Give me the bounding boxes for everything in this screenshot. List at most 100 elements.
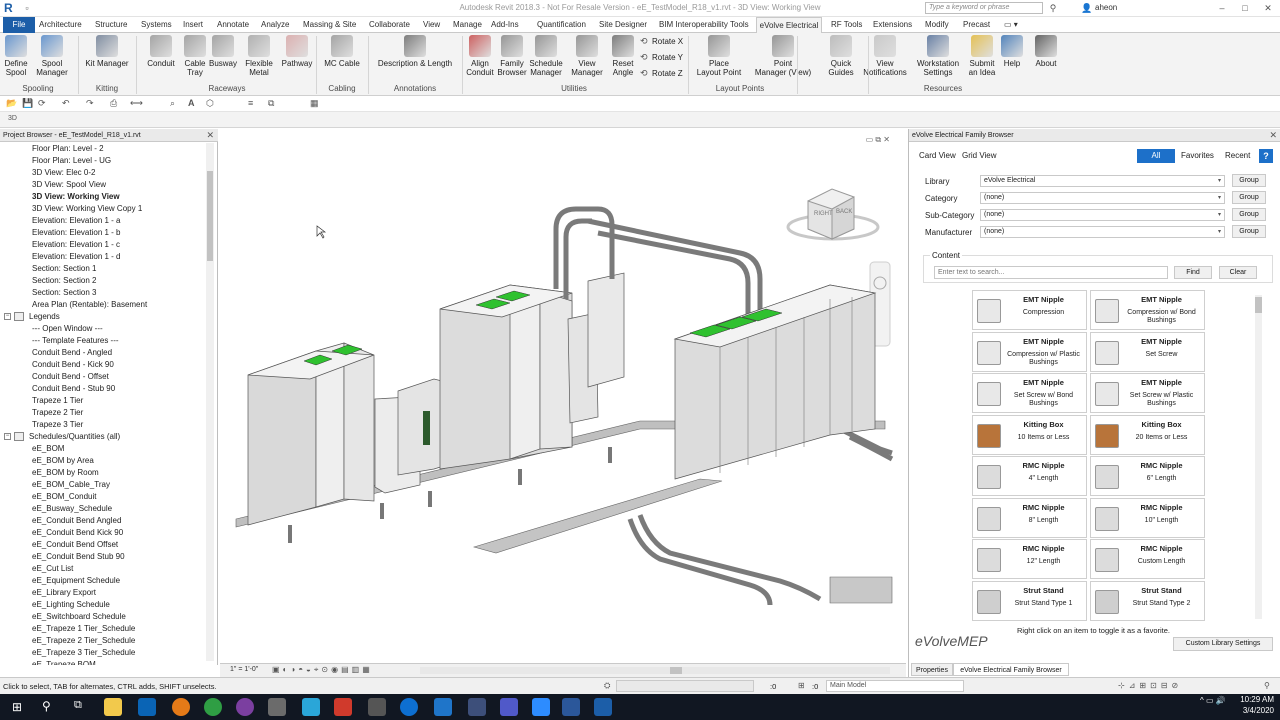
description-length-button[interactable]: Description & Length — [370, 35, 460, 68]
outlook-icon[interactable] — [138, 698, 156, 716]
rotate-x-button[interactable]: Rotate X — [652, 37, 683, 46]
revit-icon[interactable] — [594, 698, 612, 716]
viewcube[interactable]: RIGHT BACK — [786, 188, 880, 241]
family-card[interactable]: EMT Nipple Set Screw — [1090, 331, 1205, 372]
tree-item[interactable]: --- Template Features --- — [0, 335, 206, 347]
close-hidden-icon[interactable]: ⧉ — [268, 98, 274, 109]
thin-lines-icon[interactable]: ≡ — [248, 98, 253, 108]
selection-filter-icons[interactable]: ⊹⊿⊞⊡⊟⊘ — [1118, 681, 1182, 690]
kit-manager-button[interactable]: Kit Manager — [84, 35, 130, 68]
tree-item[interactable]: eE_Conduit Bend Kick 90 — [0, 527, 206, 539]
switch-windows-icon[interactable]: ▦ — [310, 98, 319, 109]
tab-bim-interoperability-tools[interactable]: BIM Interoperability Tools — [654, 17, 752, 33]
tab-systems[interactable]: Systems — [136, 17, 174, 33]
collapse-icon[interactable]: − — [4, 433, 11, 440]
open-file-icon[interactable]: 📂 — [6, 98, 17, 109]
library-select[interactable]: eVolve Electrical ▾ — [980, 175, 1225, 187]
family-card[interactable]: Kitting Box 10 Items or Less — [972, 414, 1087, 455]
family-search-input[interactable]: Enter text to search... — [934, 266, 1168, 279]
minimize-icon[interactable]: – — [1215, 1, 1229, 15]
group-button[interactable]: Group — [1232, 225, 1266, 238]
family-card[interactable]: EMT Nipple Compression — [972, 290, 1087, 330]
user-icon[interactable]: 👤 — [1080, 1, 1094, 15]
app-icon-5[interactable] — [468, 698, 486, 716]
card-view-tab[interactable]: Card View — [919, 151, 956, 160]
tree-item[interactable]: eE_Equipment Schedule — [0, 575, 206, 587]
place-layout-point-button[interactable]: Place Layout Point — [696, 35, 742, 77]
about-button[interactable]: About — [1023, 35, 1069, 68]
family-card[interactable]: RMC Nipple Custom Length — [1090, 539, 1205, 579]
tab-structure[interactable]: Structure — [90, 17, 130, 33]
tray-icons[interactable]: ^ ▭ 🔊 — [1200, 696, 1226, 705]
workstation-settings-button[interactable]: Workstation Settings — [913, 35, 963, 77]
tree-group[interactable]: − Schedules/Quantities (all) — [0, 431, 206, 443]
tree-item[interactable]: 3D View: Working View — [0, 191, 206, 203]
app-icon-4[interactable] — [368, 698, 386, 716]
tab-collaborate[interactable]: Collaborate — [364, 17, 412, 33]
tree-item[interactable]: Trapeze 2 Tier — [0, 407, 206, 419]
rotate-z-button[interactable]: Rotate Z — [652, 69, 683, 78]
tree-item[interactable]: eE_Busway_Schedule — [0, 503, 206, 515]
windows-start-icon[interactable]: ⊞ — [12, 700, 26, 714]
group-button[interactable]: Group — [1232, 191, 1266, 204]
category-select[interactable]: (none) ▾ — [980, 192, 1225, 204]
family-card[interactable]: EMT Nipple Compression w/ Plastic Bushing… — [972, 331, 1087, 372]
tab-modify[interactable]: Modify — [920, 17, 949, 33]
tab-architecture[interactable]: Architecture — [34, 17, 86, 33]
family-card[interactable]: EMT Nipple Set Screw w/ Plastic Bushings — [1090, 373, 1205, 413]
quick-guides-button[interactable]: Quick Guides — [818, 35, 864, 77]
tree-item[interactable]: eE_BOM by Area — [0, 455, 206, 467]
view-control-icons[interactable]: ▣◐◑◓◒⌖⊙◉▤▥▦ — [272, 665, 373, 675]
tab-insert[interactable]: Insert — [178, 17, 206, 33]
tab-file[interactable]: File — [3, 17, 35, 33]
file-explorer-icon[interactable] — [104, 698, 122, 716]
clear-button[interactable]: Clear — [1219, 266, 1257, 279]
family-card[interactable]: EMT Nipple Compression w/ Bond Bushings — [1090, 290, 1205, 330]
family-card[interactable]: RMC Nipple 12" Length — [972, 539, 1087, 579]
tree-item[interactable]: eE_BOM_Conduit — [0, 491, 206, 503]
tree-item[interactable]: 3D View: Spool View — [0, 179, 206, 191]
tree-item[interactable]: eE_Cut List — [0, 563, 206, 575]
view-scale[interactable]: 1" = 1'-0" — [230, 666, 258, 673]
tree-item[interactable]: Area Plan (Rentable): Basement — [0, 299, 206, 311]
tree-item[interactable]: Floor Plan: Level - 2 — [0, 143, 206, 155]
find-button[interactable]: Find — [1174, 266, 1212, 279]
tag-icon[interactable]: ⌕ — [170, 98, 175, 109]
undo-icon[interactable]: ↶ — [62, 98, 70, 109]
save-icon[interactable]: 💾 — [22, 98, 33, 109]
tree-item[interactable]: Section: Section 2 — [0, 275, 206, 287]
tree-item[interactable]: Trapeze 1 Tier — [0, 395, 206, 407]
tree-item[interactable]: 3D View: Elec 0-2 — [0, 167, 206, 179]
family-card[interactable]: RMC Nipple 10" Length — [1090, 497, 1205, 538]
manufacturer-select[interactable]: (none) ▾ — [980, 226, 1225, 238]
help-icon[interactable]: ? — [1259, 149, 1273, 163]
tree-item[interactable]: Elevation: Elevation 1 - c — [0, 239, 206, 251]
tree-group[interactable]: − Legends — [0, 311, 206, 323]
tab-annotate[interactable]: Annotate — [212, 17, 252, 33]
close-icon[interactable]: ✕ — [1269, 129, 1277, 142]
clock-date[interactable]: 3/4/2020 — [1240, 706, 1274, 715]
group-button[interactable]: Group — [1232, 208, 1266, 221]
chrome-icon[interactable] — [204, 698, 222, 716]
3d-viewport[interactable]: ▭ ⧉ ✕ RIGHT BACK — [220, 129, 906, 663]
text-icon[interactable]: A — [188, 98, 195, 108]
tree-item[interactable]: eE_Trapeze 2 Tier_Schedule — [0, 635, 206, 647]
tab-overflow-icon[interactable]: ▭ ▾ — [1004, 17, 1018, 33]
filter-icon[interactable]: ⚲ — [1264, 681, 1270, 690]
rotate-y-button[interactable]: Rotate Y — [652, 53, 683, 62]
tree-item[interactable]: eE_Switchboard Schedule — [0, 611, 206, 623]
tree-item[interactable]: eE_BOM by Room — [0, 467, 206, 479]
tree-item[interactable]: Floor Plan: Level - UG — [0, 155, 206, 167]
tab-massing-site[interactable]: Massing & Site — [298, 17, 358, 33]
close-icon[interactable]: ✕ — [206, 129, 214, 142]
clock-time[interactable]: 10:29 AM — [1240, 695, 1274, 704]
maximize-icon[interactable]: □ — [1238, 1, 1252, 15]
help-search-input[interactable]: Type a keyword or phrase — [925, 2, 1043, 14]
family-card[interactable]: RMC Nipple 6" Length — [1090, 456, 1205, 496]
project-browser-scrollbar[interactable] — [206, 143, 214, 661]
snagit-icon[interactable] — [334, 698, 352, 716]
tree-item[interactable]: eE_Trapeze 3 Tier_Schedule — [0, 647, 206, 659]
word-icon[interactable] — [562, 698, 580, 716]
viewport-hscroll[interactable] — [420, 667, 890, 674]
filter-recent[interactable]: Recent — [1225, 151, 1250, 160]
